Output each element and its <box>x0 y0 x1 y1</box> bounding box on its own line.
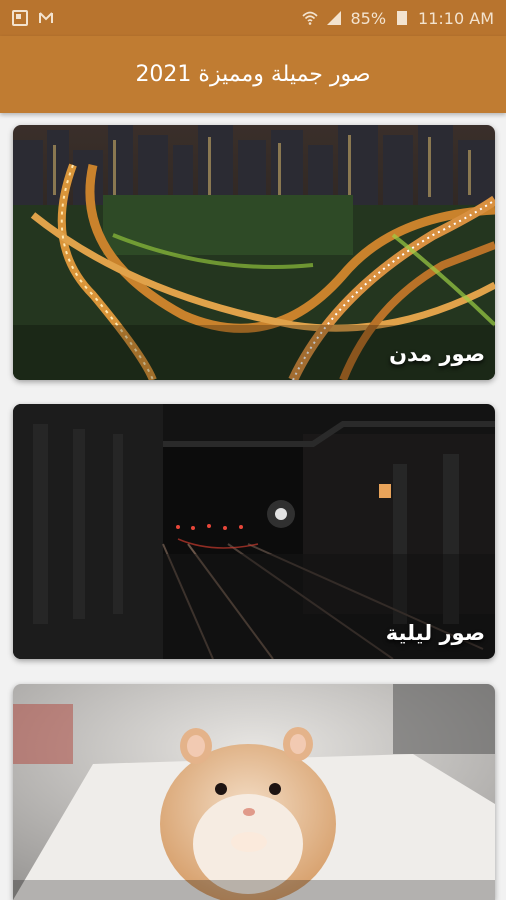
app-title: صور جميلة ومميزة 2021 <box>135 62 371 87</box>
battery-icon <box>397 11 408 25</box>
gallery-notification-icon <box>12 10 28 26</box>
battery-percent: 85% <box>350 8 387 28</box>
category-card-animals[interactable] <box>13 684 495 900</box>
category-card-night[interactable]: صور ليلية <box>13 404 495 659</box>
category-card-cities[interactable]: صور مدن <box>13 125 495 380</box>
card-caption: صور ليلية <box>385 621 485 645</box>
card-caption: صور مدن <box>389 342 485 366</box>
app-bar: صور جميلة ومميزة 2021 <box>0 36 506 113</box>
signal-icon <box>327 11 342 25</box>
mail-notification-icon <box>39 12 53 23</box>
status-bar: 85% 11:10 AM <box>0 0 506 36</box>
hamster-photo <box>13 684 495 900</box>
wifi-icon <box>302 11 319 25</box>
clock: 11:10 AM <box>418 8 494 28</box>
